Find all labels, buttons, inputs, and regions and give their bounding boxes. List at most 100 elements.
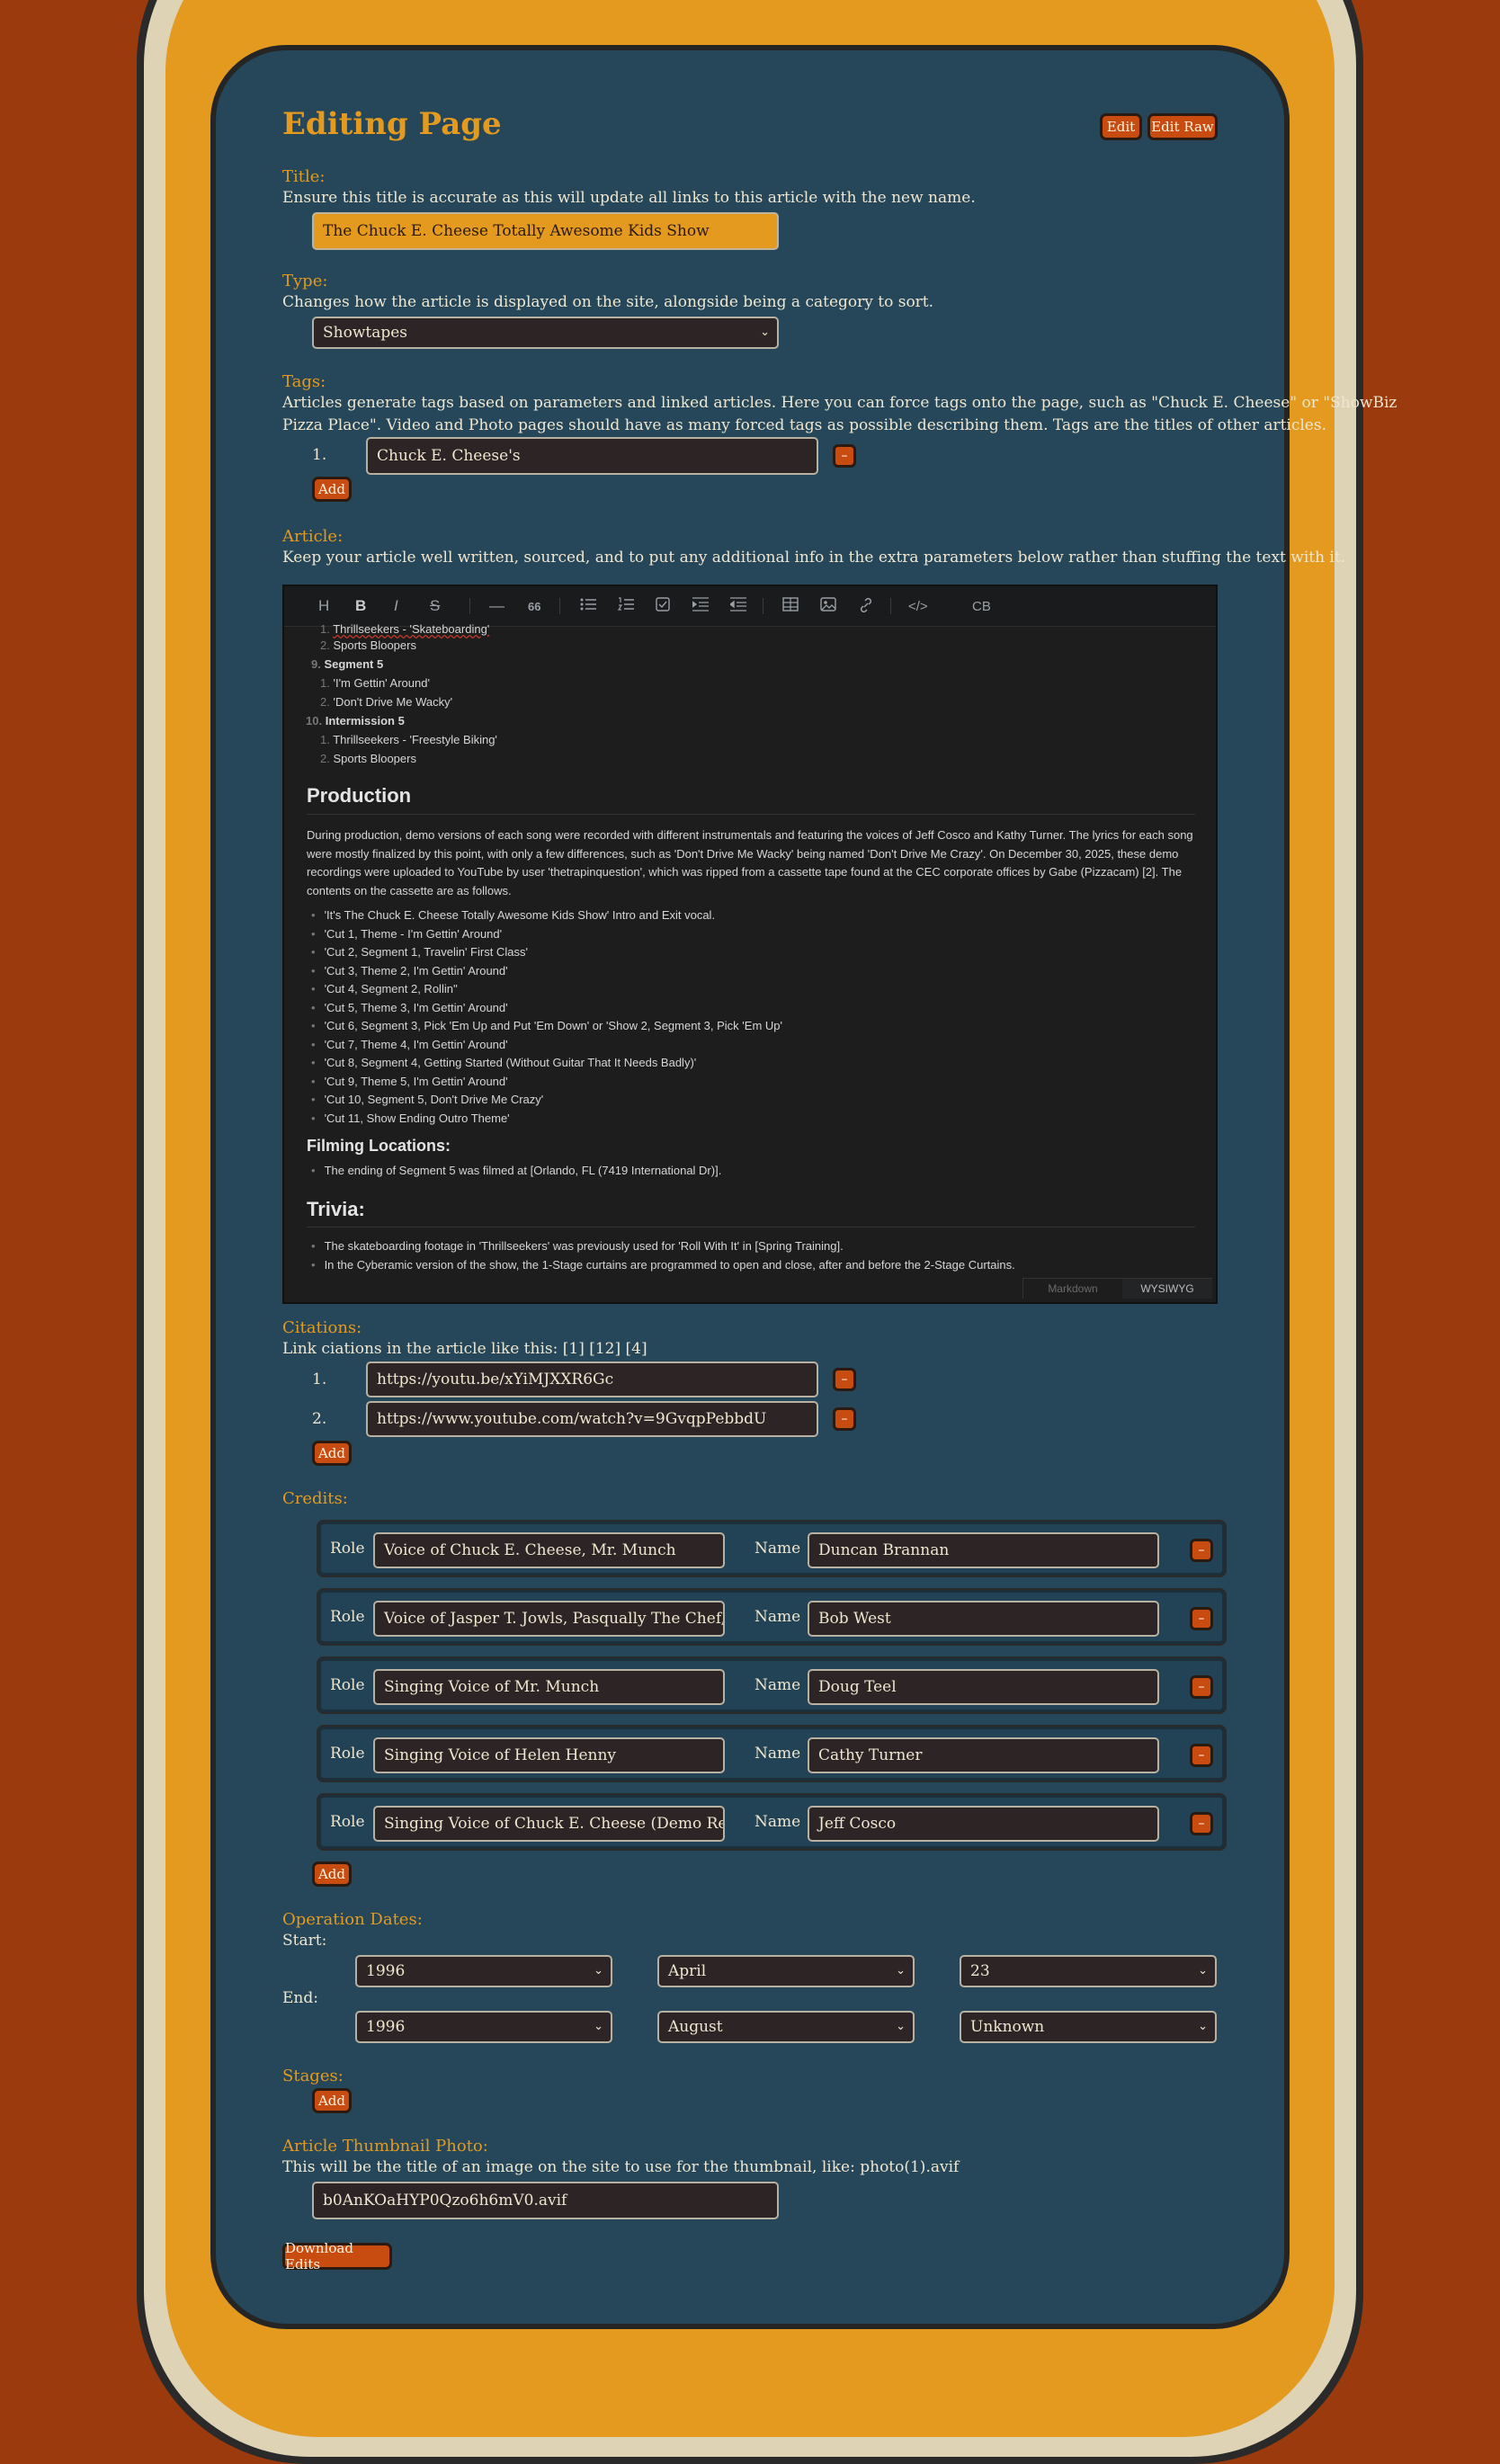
chevron-down-icon: ⌄ <box>760 325 770 339</box>
citation-input[interactable]: https://www.youtube.com/watch?v=9GvqpPeb… <box>366 1401 818 1437</box>
role-label: Role <box>330 1813 365 1831</box>
end-day-select[interactable]: Unknown ⌄ <box>960 2011 1217 2043</box>
add-tag-button[interactable]: Add <box>312 477 352 502</box>
heading-icon[interactable]: H <box>318 597 329 615</box>
title-input[interactable]: The Chuck E. Cheese Totally Awesome Kids… <box>312 212 779 250</box>
role-label: Role <box>330 1676 365 1694</box>
remove-citation-button[interactable]: – <box>833 1407 856 1431</box>
citation-input[interactable]: https://youtu.be/xYiMJXXR6Gc <box>366 1361 818 1397</box>
chevron-down-icon: ⌄ <box>594 2019 603 2033</box>
title-label: Title: <box>282 167 326 186</box>
list-item: • 'It's The Chuck E. Cheese Totally Aweso… <box>311 908 716 922</box>
name-label: Name <box>754 1676 801 1694</box>
minus-icon: – <box>841 449 848 463</box>
add-stage-button[interactable]: Add <box>312 2088 352 2113</box>
list-item: • 'Cut 7, Theme 4, I'm Gettin' Around' <box>311 1037 508 1051</box>
start-year-select[interactable]: 1996 ⌄ <box>355 1955 612 1987</box>
ordered-list-icon[interactable] <box>617 597 634 616</box>
name-input[interactable]: Bob West <box>808 1601 1159 1637</box>
citation-number: 1. <box>312 1370 327 1388</box>
edit-raw-button[interactable]: Edit Raw <box>1147 113 1218 140</box>
type-select[interactable]: Showtapes ⌄ <box>312 317 779 349</box>
tab-markdown[interactable]: Markdown <box>1022 1278 1122 1299</box>
remove-tag-button[interactable]: – <box>833 444 856 468</box>
title-description: Ensure this title is accurate as this wi… <box>282 189 976 207</box>
operation-dates-label: Operation Dates: <box>282 1910 423 1929</box>
quote-icon[interactable]: 66 <box>528 600 540 613</box>
remove-citation-button[interactable]: – <box>833 1368 856 1391</box>
credit-row: Role Singing Voice of Helen Henny Name C… <box>318 1727 1225 1781</box>
name-input[interactable]: Cathy Turner <box>808 1737 1159 1773</box>
article-description: Keep your article well written, sourced,… <box>282 549 1346 567</box>
thumbnail-label: Article Thumbnail Photo: <box>282 2137 488 2156</box>
edit-button[interactable]: Edit <box>1100 113 1142 140</box>
image-icon[interactable] <box>820 597 836 616</box>
list-item: 2. Sports Bloopers <box>320 638 416 652</box>
editor-footer: Markdown WYSIWYG <box>284 1278 1216 1302</box>
role-input[interactable]: Voice of Chuck E. Cheese, Mr. Munch <box>373 1532 725 1568</box>
credit-row: Role Singing Voice of Mr. Munch Name Dou… <box>318 1658 1225 1712</box>
list-item: 2. Sports Bloopers <box>320 752 416 765</box>
credits-label: Credits: <box>282 1489 348 1508</box>
list-item: • 'Cut 2, Segment 1, Travelin' First Clas… <box>311 945 528 959</box>
role-input[interactable]: Singing Voice of Helen Henny <box>373 1737 725 1773</box>
remove-credit-button[interactable]: – <box>1190 1675 1213 1699</box>
outdent-icon[interactable] <box>728 597 746 616</box>
bullet-list-icon[interactable] <box>580 597 596 616</box>
tags-description-line1: Articles generate tags based on paramete… <box>282 394 1397 412</box>
credit-row: Role Voice of Jasper T. Jowls, Pasqually… <box>318 1590 1225 1644</box>
name-label: Name <box>754 1540 801 1558</box>
indent-icon[interactable] <box>692 597 709 616</box>
role-input[interactable]: Singing Voice of Mr. Munch <box>373 1669 725 1705</box>
list-item: • 'Cut 9, Theme 5, I'm Gettin' Around' <box>311 1074 508 1088</box>
markdown-editor[interactable]: H B I S — 66 </> CB 1. Thrillseekers - '… <box>282 585 1218 1304</box>
task-icon[interactable] <box>656 597 670 616</box>
minus-icon: – <box>841 1372 848 1387</box>
end-year-select[interactable]: 1996 ⌄ <box>355 2011 612 2043</box>
list-item: 9. Segment 5 <box>311 657 384 671</box>
add-credit-button[interactable]: Add <box>312 1861 352 1887</box>
strike-icon[interactable]: S <box>430 597 440 615</box>
filming-heading: Filming Locations: <box>307 1137 451 1155</box>
start-day-select[interactable]: 23 ⌄ <box>960 1955 1217 1987</box>
start-month-select[interactable]: April ⌄ <box>657 1955 915 1987</box>
list-item: 1. Thrillseekers - 'Freestyle Biking' <box>320 733 497 746</box>
tag-input[interactable]: Chuck E. Cheese's <box>366 437 818 475</box>
name-label: Name <box>754 1813 801 1831</box>
tab-wysiwyg[interactable]: WYSIWYG <box>1122 1278 1212 1299</box>
name-input[interactable]: Doug Teel <box>808 1669 1159 1705</box>
remove-credit-button[interactable]: – <box>1190 1539 1213 1562</box>
link-icon[interactable] <box>858 597 874 618</box>
bold-icon[interactable]: B <box>355 597 366 615</box>
code-icon[interactable]: </> <box>908 599 928 614</box>
chevron-down-icon: ⌄ <box>896 1963 906 1977</box>
download-edits-button[interactable]: Download Edits <box>282 2240 392 2272</box>
list-item: • 'Cut 8, Segment 4, Getting Started (Wit… <box>311 1056 697 1069</box>
end-month-select[interactable]: August ⌄ <box>657 2011 915 2043</box>
add-citation-button[interactable]: Add <box>312 1441 352 1466</box>
table-icon[interactable] <box>782 597 799 616</box>
page-title: Editing Page <box>282 106 502 142</box>
codeblock-icon[interactable]: CB <box>972 599 991 614</box>
hr-icon[interactable]: — <box>489 597 504 615</box>
italic-icon[interactable]: I <box>394 597 398 615</box>
list-item: 10. Intermission 5 <box>306 714 405 728</box>
credit-row: Role Singing Voice of Chuck E. Cheese (D… <box>318 1795 1225 1849</box>
name-input[interactable]: Duncan Brannan <box>808 1532 1159 1568</box>
start-label: Start: <box>282 1932 327 1950</box>
remove-credit-button[interactable]: – <box>1190 1812 1213 1835</box>
remove-credit-button[interactable]: – <box>1190 1607 1213 1630</box>
toolbar-divider <box>890 598 891 614</box>
thumbnail-input[interactable]: b0AnKOaHYP0Qzo6h6mV0.avif <box>312 2182 779 2219</box>
chevron-down-icon: ⌄ <box>1198 2019 1208 2033</box>
production-paragraph: During production, demo versions of each… <box>307 826 1193 900</box>
remove-credit-button[interactable]: – <box>1190 1744 1213 1767</box>
list-item: 1. Thrillseekers - 'Skateboarding' <box>320 622 490 636</box>
role-input[interactable]: Voice of Jasper T. Jowls, Pasqually The … <box>373 1601 725 1637</box>
paragraph-line: During production, demo versions of each… <box>307 828 1193 842</box>
name-input[interactable]: Jeff Cosco <box>808 1806 1159 1842</box>
tag-number: 1. <box>312 446 327 464</box>
list-item: 2. 'Don't Drive Me Wacky' <box>320 695 453 709</box>
list-item: • 'Cut 11, Show Ending Outro Theme' <box>311 1111 510 1125</box>
role-input[interactable]: Singing Voice of Chuck E. Cheese (Demo R… <box>373 1806 725 1842</box>
